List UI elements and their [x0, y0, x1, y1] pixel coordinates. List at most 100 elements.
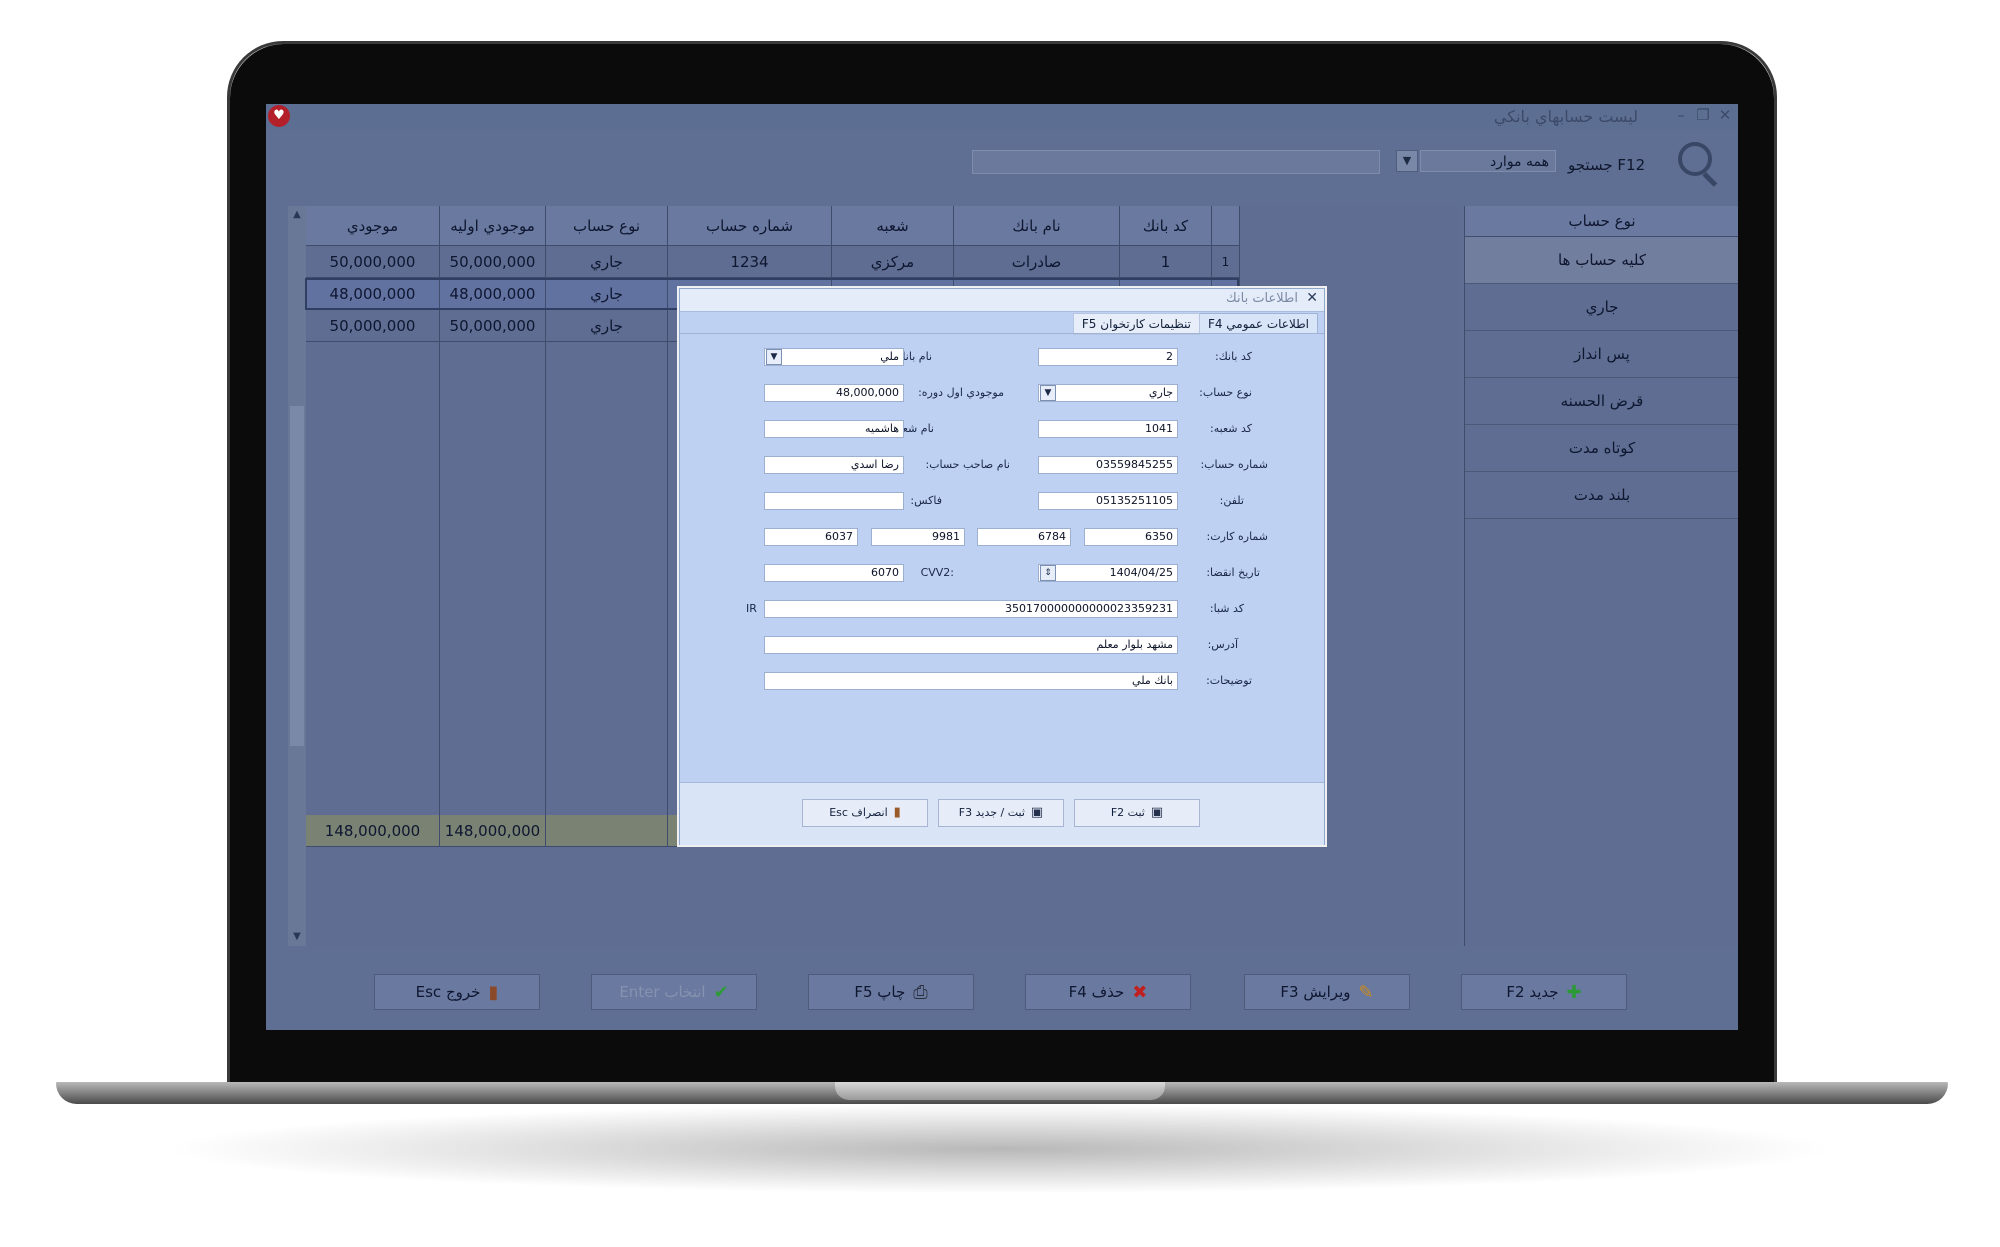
chevron-down-icon[interactable]: ▼: [766, 349, 782, 365]
title-bar: ♥ ليست حسابهاي بانكي – ❐ ✕: [266, 104, 1738, 130]
column-header[interactable]: موجودي: [306, 206, 440, 246]
sidebar-item-all[interactable]: كليه حساب ها: [1465, 237, 1738, 284]
door-icon: ▮: [893, 805, 901, 820]
window-title: ليست حسابهاي بانكي: [1493, 107, 1638, 126]
dialog-close-icon[interactable]: ✕: [1306, 290, 1318, 306]
footer-cell: [546, 815, 668, 847]
account-holder-label: نام صاحب حساب:: [925, 458, 1010, 471]
column-header[interactable]: كد بانك: [1120, 206, 1212, 246]
search-input[interactable]: [972, 150, 1380, 174]
account-number-cell: 1234: [668, 246, 832, 278]
address-label: آدرس:: [1207, 638, 1238, 651]
account-holder-field[interactable]: رضا اسدي: [764, 456, 904, 474]
account-type-field[interactable]: جاري: [1038, 384, 1178, 402]
row-indicator-header: [1212, 206, 1240, 246]
edit-button[interactable]: ✎ويرايش F3: [1244, 974, 1410, 1010]
opening-balance-field[interactable]: 48,000,000: [764, 384, 904, 402]
print-button[interactable]: ⎙چاپ F5: [808, 974, 974, 1010]
search-label: جستجو F12: [1568, 156, 1646, 174]
cvv2-label: CVV2:: [920, 566, 954, 579]
card-number-part-1[interactable]: 6350: [1084, 528, 1178, 546]
maximize-icon[interactable]: ❐: [1694, 106, 1712, 124]
laptop-notch: [835, 1082, 1165, 1100]
sidebar-header: نوع حساب: [1465, 206, 1738, 237]
general-form: كد بانك: 2 نام بانك: ملي ▼ نوع حساب: جار…: [680, 333, 1324, 768]
new-button[interactable]: ✚جديد F2: [1461, 974, 1627, 1010]
scroll-thumb[interactable]: [290, 406, 304, 746]
save-icon: ▣: [1150, 805, 1164, 820]
delete-x-icon: ✖: [1132, 981, 1148, 1003]
tab-card-reader[interactable]: تنظيمات كارتخوان F5: [1072, 313, 1200, 335]
filter-dropdown[interactable]: همه موارد: [1420, 150, 1556, 172]
bank-name-cell: صادرات: [954, 246, 1120, 278]
branch-name-field[interactable]: هاشميه: [764, 420, 904, 438]
account-type-cell: جاري: [546, 310, 668, 342]
app-logo-icon: ♥: [268, 105, 290, 127]
tab-general[interactable]: اطلاعات عمومي F4: [1198, 313, 1318, 334]
bank-name-field[interactable]: ملي: [764, 348, 904, 366]
check-icon: ✔: [713, 981, 729, 1003]
spinner-icon[interactable]: ⇕: [1040, 565, 1056, 581]
card-number-part-4[interactable]: 6037: [764, 528, 858, 546]
sidebar-item-current[interactable]: جاري: [1465, 284, 1738, 331]
cancel-button[interactable]: ▮انصراف Esc: [802, 799, 928, 827]
phone-field[interactable]: 05135251105: [1038, 492, 1178, 510]
scroll-up-icon[interactable]: ▲: [288, 206, 306, 224]
account-number-field[interactable]: 03559845255: [1038, 456, 1178, 474]
initial-balance-cell: 50,000,000: [440, 246, 546, 278]
minimize-icon[interactable]: –: [1672, 106, 1690, 124]
app-window: ♥ ليست حسابهاي بانكي – ❐ ✕ ▼ همه موارد ج…: [266, 104, 1738, 1030]
search-toolbar: ▼ همه موارد جستجو F12: [266, 130, 1738, 190]
sheba-label: كد شبا:: [1209, 602, 1244, 615]
delete-button[interactable]: ✖حذف F4: [1025, 974, 1191, 1010]
card-number-part-2[interactable]: 6784: [977, 528, 1071, 546]
dialog-footer: ▮انصراف Esc ▣ثبت / جديد F3 ▣ثبت F2: [680, 782, 1324, 845]
balance-cell: 50,000,000: [306, 310, 440, 342]
sidebar-item-long-term[interactable]: بلند مدت: [1465, 472, 1738, 519]
laptop-shadow: [160, 1104, 1840, 1194]
sheba-prefix: IR: [746, 602, 757, 615]
expiry-field[interactable]: 1404/04/25: [1038, 564, 1178, 582]
bank-code-field[interactable]: 2: [1038, 348, 1178, 366]
cvv2-field[interactable]: 6070: [764, 564, 904, 582]
column-header[interactable]: نام بانك: [954, 206, 1120, 246]
expiry-label: تاريخ انقضا:: [1206, 566, 1260, 579]
notes-field[interactable]: بانك ملي: [764, 672, 1178, 690]
search-icon[interactable]: [1678, 142, 1712, 176]
action-bar: ▮خروج Esc ✔انتخاب Enter ⎙چاپ F5 ✖حذف F4 …: [266, 950, 1738, 1030]
column-header[interactable]: موجودي اوليه: [440, 206, 546, 246]
branch-code-field[interactable]: 1041: [1038, 420, 1178, 438]
sheba-field[interactable]: 350170000000000023359231: [764, 600, 1178, 618]
door-icon: ▮: [488, 981, 499, 1003]
sidebar-item-qarz[interactable]: قرض الحسنه: [1465, 378, 1738, 425]
branch-cell: مركزي: [832, 246, 954, 278]
close-icon[interactable]: ✕: [1716, 106, 1734, 124]
vertical-scrollbar[interactable]: ▲ ▼: [288, 206, 306, 946]
select-button[interactable]: ✔انتخاب Enter: [591, 974, 757, 1010]
table-header: موجودي موجودي اوليه نوع حساب شماره حساب …: [306, 206, 1458, 246]
save-new-button[interactable]: ▣ثبت / جديد F3: [938, 799, 1064, 827]
sidebar-item-savings[interactable]: پس انداز: [1465, 331, 1738, 378]
exit-button[interactable]: ▮خروج Esc: [374, 974, 540, 1010]
table-row[interactable]: 50,000,000 50,000,000 جاري 1234 مركزي صا…: [306, 246, 1458, 278]
chevron-down-icon[interactable]: ▼: [1396, 150, 1418, 172]
chevron-down-icon[interactable]: ▼: [1040, 385, 1056, 401]
dialog-tabs: اطلاعات عمومي F4 تنظيمات كارتخوان F5: [680, 311, 1324, 335]
notes-label: توضيحات:: [1206, 674, 1252, 687]
printer-icon: ⎙: [913, 981, 928, 1003]
bank-code-label: كد بانك:: [1215, 350, 1252, 363]
card-number-label: شماره كارت:: [1206, 530, 1268, 543]
row-number: 1: [1212, 246, 1240, 278]
account-number-label: شماره حساب:: [1200, 458, 1268, 471]
card-number-part-3[interactable]: 9981: [871, 528, 965, 546]
column-header[interactable]: شماره حساب: [668, 206, 832, 246]
dialog-title-bar: اطلاعات بانك ✕: [680, 289, 1324, 312]
column-header[interactable]: شعبه: [832, 206, 954, 246]
plus-icon: ✚: [1566, 981, 1582, 1003]
sidebar-item-short-term[interactable]: كوتاه مدت: [1465, 425, 1738, 472]
fax-field[interactable]: [764, 492, 904, 510]
save-button[interactable]: ▣ثبت F2: [1074, 799, 1200, 827]
address-field[interactable]: مشهد بلوار معلم: [764, 636, 1178, 654]
scroll-down-icon[interactable]: ▼: [288, 928, 306, 946]
column-header[interactable]: نوع حساب: [546, 206, 668, 246]
